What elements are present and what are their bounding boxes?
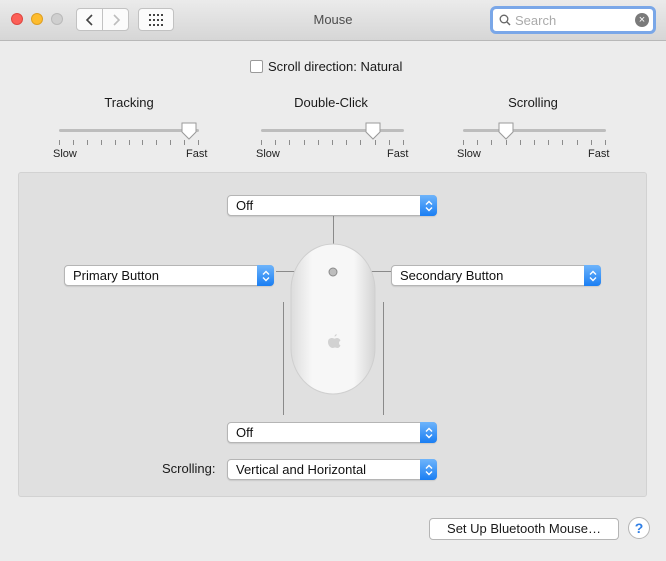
scrolling-thumb[interactable] — [497, 122, 515, 140]
slider-tick — [403, 140, 404, 145]
slider-tick — [317, 140, 319, 145]
connector-bottom-left — [283, 302, 284, 415]
slider-tick — [505, 140, 507, 145]
double-click-slow-label: Slow — [256, 148, 280, 160]
slider-tick — [114, 140, 116, 145]
scroll-direction-option[interactable]: Scroll direction: Natural — [250, 59, 402, 74]
top-button-value: Off — [236, 198, 254, 213]
slider-tick — [303, 140, 305, 145]
slider-tick — [275, 140, 277, 145]
setup-bluetooth-mouse-button[interactable]: Set Up Bluetooth Mouse… — [429, 518, 619, 540]
double-click-fast-label: Fast — [387, 148, 409, 160]
tracking-track[interactable] — [59, 129, 199, 132]
double-click-thumb[interactable] — [364, 122, 382, 140]
slider-tick — [289, 140, 291, 145]
updown-arrows-icon — [420, 459, 437, 480]
mouse-illustration — [290, 243, 376, 395]
tracking-title: Tracking — [104, 95, 154, 110]
slider-tick — [198, 140, 199, 145]
slider-tick — [346, 140, 348, 145]
right-button-value: Secondary Button — [400, 268, 504, 283]
scrolling-fast-label: Fast — [588, 148, 610, 160]
slider-tick — [534, 140, 535, 145]
left-button-value: Primary Button — [73, 268, 159, 283]
slider-tick — [184, 140, 186, 145]
bottom-button-popup[interactable]: Off — [227, 422, 437, 443]
bottom-button-value: Off — [236, 425, 254, 440]
slider-tick — [156, 140, 158, 145]
slider-tick — [360, 140, 362, 145]
slider-tick — [388, 140, 390, 145]
updown-arrows-icon — [420, 195, 437, 216]
tracking-slow-label: Slow — [53, 148, 77, 160]
slider-tick — [128, 140, 130, 145]
scrolling-mode-label: Scrolling: — [162, 461, 216, 476]
updown-arrows-icon — [584, 265, 601, 286]
slider-tick — [576, 140, 578, 145]
scrolling-slow-label: Slow — [457, 148, 481, 160]
double-click-ticks — [261, 140, 404, 145]
slider-tick — [86, 140, 88, 145]
updown-arrows-icon — [257, 265, 274, 286]
scrolling-track[interactable] — [463, 129, 606, 132]
left-button-popup[interactable]: Primary Button — [64, 265, 274, 286]
slider-tick — [170, 140, 172, 145]
slider-tick — [463, 140, 464, 145]
slider-tick — [562, 140, 564, 145]
slider-tick — [59, 140, 60, 145]
updown-arrows-icon — [420, 422, 437, 443]
search-input[interactable] — [515, 11, 625, 29]
slider-tick — [100, 140, 102, 145]
slider-tick — [491, 140, 493, 145]
search-icon — [499, 14, 511, 26]
connector-bottom-right — [383, 302, 384, 415]
scrolling-title: Scrolling — [508, 95, 558, 110]
clear-search-icon[interactable]: × — [635, 13, 649, 27]
slider-tick — [590, 140, 592, 145]
tracking-ticks — [59, 140, 199, 145]
scrolling-ticks — [463, 140, 606, 145]
slider-tick — [519, 140, 521, 145]
slider-tick — [477, 140, 479, 145]
scrolling-mode-value: Vertical and Horizontal — [236, 462, 367, 477]
slider-tick — [374, 140, 376, 145]
help-button[interactable]: ? — [628, 517, 650, 539]
scroll-direction-label: Scroll direction: Natural — [268, 59, 403, 74]
right-button-popup[interactable]: Secondary Button — [391, 265, 601, 286]
double-click-title: Double-Click — [294, 95, 368, 110]
slider-tick — [72, 140, 74, 145]
top-button-popup[interactable]: Off — [227, 195, 437, 216]
scroll-direction-checkbox[interactable] — [250, 60, 263, 73]
tracking-fast-label: Fast — [186, 148, 208, 160]
search-field[interactable]: × — [490, 6, 656, 34]
slider-tick — [142, 140, 144, 145]
title-bar: Mouse × — [0, 0, 666, 41]
slider-tick — [261, 140, 262, 145]
tracking-thumb[interactable] — [180, 122, 198, 140]
slider-tick — [548, 140, 550, 145]
slider-tick — [605, 140, 606, 145]
slider-tick — [332, 140, 333, 145]
double-click-track[interactable] — [261, 129, 404, 132]
scrolling-mode-popup[interactable]: Vertical and Horizontal — [227, 459, 437, 480]
